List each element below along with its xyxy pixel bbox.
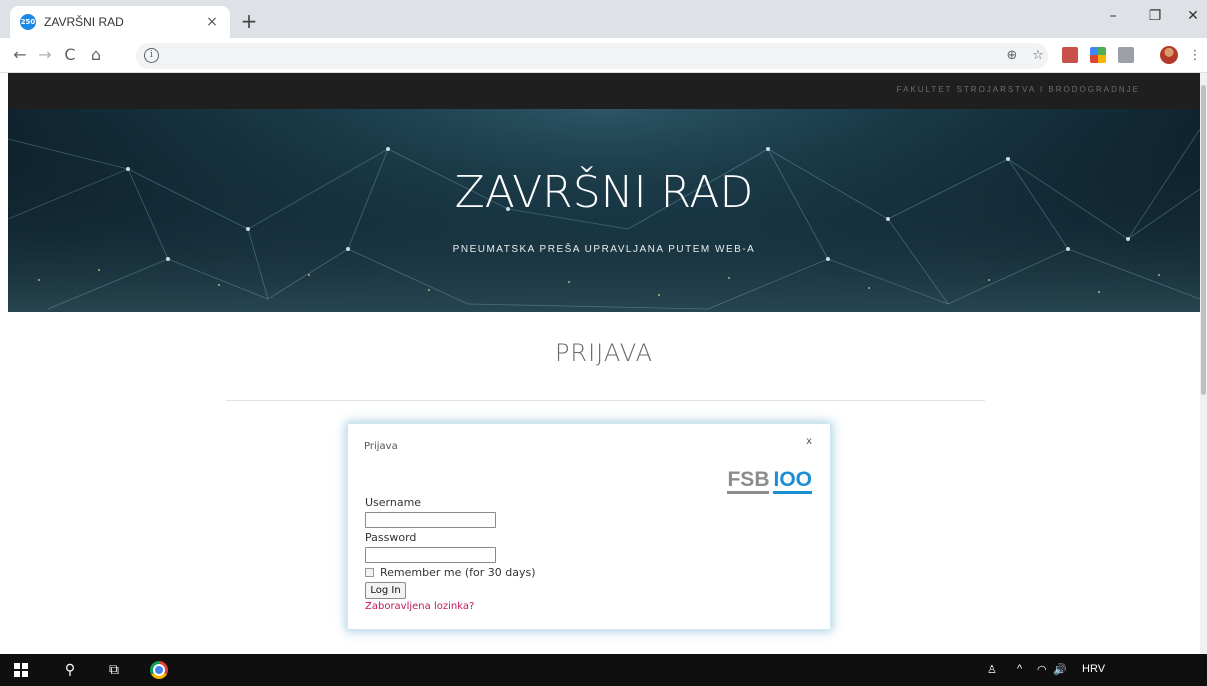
search-icon[interactable]: ⚲ [60,661,80,679]
site-info-icon[interactable]: i [144,48,159,63]
page-scrollbar[interactable] [1200,73,1207,654]
hero-banner: ZAVRŠNI RAD PNEUMATSKA PREŠA UPRAVLJANA … [8,109,1200,312]
photos-extension-icon[interactable] [1090,47,1106,63]
hero-subtitle: PNEUMATSKA PREŠA UPRAVLJANA PUTEM WEB-A [452,244,756,255]
tab-strip: 250 ZAVRŠNI RAD × + – ❐ ✕ [0,0,1207,38]
language-indicator[interactable]: HRV [1082,663,1105,675]
tab-title: ZAVRŠNI RAD [44,15,124,29]
windows-taskbar: ⚲ ⧉ ♙ ^ ◠ 🔊 HRV [0,654,1207,686]
dialog-title: Prijava [364,441,398,452]
site-favicon-icon: 250 [20,14,36,30]
restore-button[interactable]: ❐ [1141,8,1169,24]
new-tab-button[interactable]: + [238,9,260,33]
login-dialog: Prijava x FSB IOO Username Password Remem… [347,423,831,630]
username-input[interactable] [365,512,496,528]
windows-start-icon[interactable] [14,663,28,677]
chrome-menu-icon[interactable]: ⋮ [1186,47,1204,65]
dialog-close-button[interactable]: x [806,436,812,447]
remember-label: Remember me (for 30 days) [380,566,536,579]
logo-fsb-text: FSB [727,468,770,494]
zoom-icon[interactable]: ⊕ [1003,47,1021,65]
remember-checkbox[interactable] [365,568,374,577]
bookmark-star-icon[interactable]: ☆ [1029,47,1047,65]
fsb-logo: FSB IOO [727,468,812,494]
site-top-bar: FAKULTET STROJARSTVA I BRODOGRADNJE [8,73,1200,109]
minimize-button[interactable]: – [1099,8,1127,24]
wifi-icon[interactable]: ◠ [1037,663,1047,676]
remember-me: Remember me (for 30 days) [365,566,536,579]
tray-chevron-icon[interactable]: ^ [1017,663,1022,675]
username-label: Username [365,496,422,509]
forward-button[interactable]: → [35,45,55,65]
password-label: Password [365,531,417,544]
page-content: FAKULTET STROJARSTVA I BRODOGRADNJE ZAVR… [0,73,1200,654]
password-input[interactable] [365,547,496,563]
page-title: PRIJAVA [554,339,654,367]
forgot-password-link[interactable]: Zaboravljena lozinka? [365,601,474,612]
chrome-taskbar-icon[interactable] [150,661,168,679]
reload-button[interactable]: C [60,45,80,65]
task-view-icon[interactable]: ⧉ [104,661,124,679]
scrollbar-thumb[interactable] [1201,85,1206,395]
divider [226,400,985,401]
screen: 250 ZAVRŠNI RAD × + – ❐ ✕ ← → C ⌂ i ⊕ ☆ … [0,0,1207,686]
home-button[interactable]: ⌂ [86,45,106,65]
browser-toolbar: ← → C ⌂ i ⊕ ☆ ⋮ [0,38,1207,73]
login-button[interactable]: Log In [365,582,406,599]
close-window-button[interactable]: ✕ [1179,8,1207,24]
address-bar[interactable]: i [136,43,1048,69]
cast-extension-icon[interactable] [1118,47,1134,63]
logo-100-text: IOO [773,468,812,494]
profile-avatar[interactable] [1160,46,1178,64]
tab-close-icon[interactable]: × [204,14,220,30]
hero-title: ZAVRŠNI RAD [454,167,754,218]
back-button[interactable]: ← [10,45,30,65]
people-icon[interactable]: ♙ [987,663,997,676]
pdf-extension-icon[interactable] [1062,47,1078,63]
faculty-link[interactable]: FAKULTET STROJARSTVA I BRODOGRADNJE [897,85,1140,94]
tab-zavrsni-rad[interactable]: 250 ZAVRŠNI RAD × [10,6,230,38]
volume-icon[interactable]: 🔊 [1053,663,1067,676]
